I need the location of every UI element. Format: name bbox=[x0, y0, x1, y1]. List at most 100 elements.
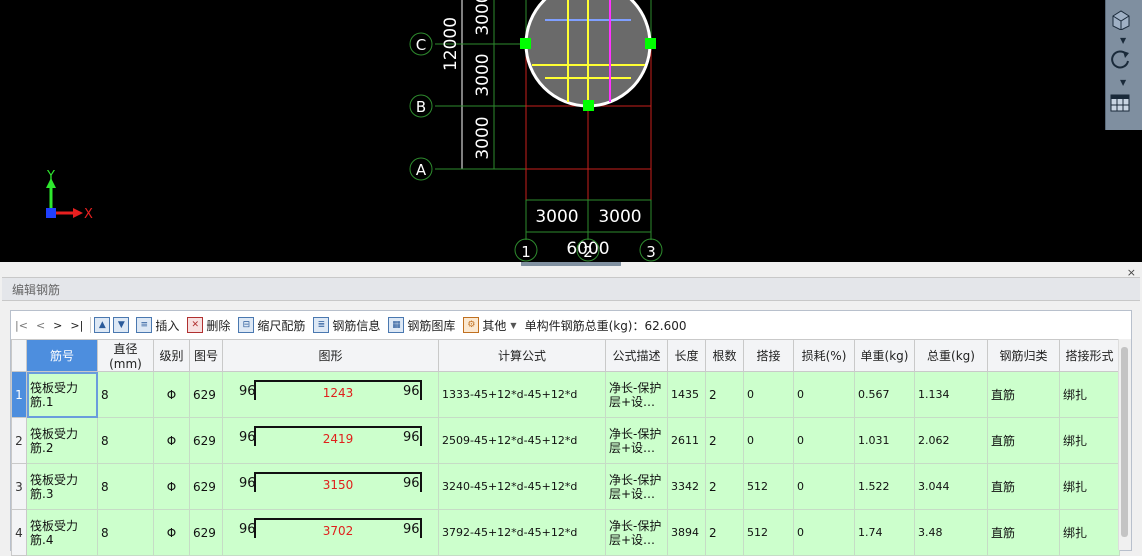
col-header[interactable]: 损耗(%) bbox=[793, 339, 855, 372]
total-weight-cell[interactable]: 3.044 bbox=[914, 463, 988, 510]
row-number[interactable]: 1 bbox=[11, 371, 27, 418]
lap-cell[interactable]: 0 bbox=[743, 371, 794, 418]
insert-button[interactable]: ≡ 插入 bbox=[136, 317, 179, 334]
col-header[interactable]: 总重(kg) bbox=[914, 339, 988, 372]
scrollbar-thumb[interactable] bbox=[1121, 347, 1128, 537]
count-cell[interactable]: 2 bbox=[705, 371, 744, 418]
col-header[interactable]: 直径(mm) bbox=[97, 339, 154, 372]
col-header[interactable]: 根数 bbox=[705, 339, 744, 372]
grid-settings-icon[interactable] bbox=[1109, 92, 1139, 118]
length-cell[interactable]: 1435 bbox=[667, 371, 706, 418]
rebar-class-cell[interactable]: 直筋 bbox=[987, 417, 1060, 464]
rebar-name-cell[interactable]: 筏板受力筋.2 bbox=[26, 417, 98, 464]
chevron-down-icon[interactable]: ▼ bbox=[1120, 36, 1126, 45]
rotate-icon[interactable] bbox=[1109, 48, 1139, 74]
loss-cell[interactable]: 0 bbox=[793, 371, 855, 418]
total-weight-cell[interactable]: 1.134 bbox=[914, 371, 988, 418]
table-row[interactable]: 2 筏板受力筋.2 8 Φ 629 96 2419 96 2509-45+12*d-45+12*… bbox=[11, 417, 1120, 464]
rebar-info-button[interactable]: ≣ 钢筋信息 bbox=[313, 317, 380, 334]
shape-mid-value[interactable]: 1243 bbox=[256, 386, 420, 400]
loss-cell[interactable]: 0 bbox=[793, 463, 855, 510]
other-dropdown[interactable]: ⚙ 其他 ▼ bbox=[463, 317, 517, 334]
lap-cell[interactable]: 512 bbox=[743, 463, 794, 510]
col-header[interactable]: 计算公式 bbox=[438, 339, 606, 372]
col-header[interactable]: 搭接 bbox=[743, 339, 794, 372]
shape-mid-value[interactable]: 2419 bbox=[256, 432, 420, 446]
axis-label-a: A bbox=[416, 161, 427, 179]
figure-no-cell[interactable]: 629 bbox=[189, 417, 223, 464]
lap-type-cell[interactable]: 绑扎 bbox=[1059, 371, 1120, 418]
delete-label: 删除 bbox=[206, 318, 231, 333]
diameter-cell[interactable]: 8 bbox=[97, 371, 154, 418]
shape-outline: 3702 bbox=[254, 518, 422, 538]
diameter-cell[interactable]: 8 bbox=[97, 463, 154, 510]
dim-vertical-segment: 3000 bbox=[473, 53, 493, 96]
row-number[interactable]: 3 bbox=[11, 463, 27, 510]
dim-horizontal-segment: 3000 bbox=[535, 207, 578, 227]
formula-cell[interactable]: 2509-45+12*d-45+12*d bbox=[438, 417, 606, 464]
cad-viewport[interactable]: 12000 3000 3000 3000 3000 3000 6000 C B … bbox=[0, 0, 1142, 262]
col-header[interactable]: 单重(kg) bbox=[854, 339, 915, 372]
rebar-class-cell[interactable]: 直筋 bbox=[987, 371, 1060, 418]
col-header[interactable]: 图形 bbox=[222, 339, 439, 372]
row-number[interactable]: 2 bbox=[11, 417, 27, 464]
loss-cell[interactable]: 0 bbox=[793, 417, 855, 464]
unit-weight-cell[interactable]: 1.031 bbox=[854, 417, 915, 464]
nav-last-button[interactable]: >| bbox=[70, 319, 83, 332]
figure-no-cell[interactable]: 629 bbox=[189, 463, 223, 510]
col-header[interactable]: 长度 bbox=[667, 339, 706, 372]
total-weight-cell[interactable]: 2.062 bbox=[914, 417, 988, 464]
nav-first-button[interactable]: |< bbox=[15, 319, 28, 332]
scale-rebar-button[interactable]: ⊟ 缩尺配筋 bbox=[238, 317, 305, 334]
lap-cell[interactable]: 0 bbox=[743, 417, 794, 464]
figure-no-cell[interactable]: 629 bbox=[189, 371, 223, 418]
cad-drawing[interactable]: 12000 3000 3000 3000 3000 3000 6000 C B … bbox=[0, 0, 1142, 262]
length-cell[interactable]: 3342 bbox=[667, 463, 706, 510]
vertical-scrollbar[interactable] bbox=[1118, 339, 1131, 550]
cube-view-icon[interactable] bbox=[1109, 8, 1139, 34]
rebar-library-button[interactable]: ▦ 钢筋图库 bbox=[388, 317, 455, 334]
formula-desc-cell[interactable]: 净长-保护层+设… bbox=[605, 463, 668, 510]
col-header[interactable]: 级别 bbox=[153, 339, 190, 372]
move-up-icon[interactable]: ▲ bbox=[94, 317, 111, 333]
formula-desc-cell[interactable]: 净长-保护层+设… bbox=[605, 417, 668, 464]
grade-cell[interactable]: Φ bbox=[153, 417, 190, 464]
nav-next-button[interactable]: > bbox=[53, 319, 62, 332]
col-header[interactable]: 图号 bbox=[189, 339, 223, 372]
count-cell[interactable]: 2 bbox=[705, 417, 744, 464]
grip-handle[interactable] bbox=[520, 38, 531, 49]
rebar-name-cell[interactable]: 筏板受力筋.1 bbox=[26, 371, 98, 418]
formula-cell[interactable]: 1333-45+12*d-45+12*d bbox=[438, 371, 606, 418]
lap-type-cell[interactable]: 绑扎 bbox=[1059, 463, 1120, 510]
diameter-cell[interactable]: 8 bbox=[97, 417, 154, 464]
grip-handle[interactable] bbox=[645, 38, 656, 49]
shape-cell[interactable]: 96 2419 96 bbox=[222, 417, 439, 464]
shape-cell[interactable]: 96 3150 96 bbox=[222, 463, 439, 510]
formula-cell[interactable]: 3240-45+12*d-45+12*d bbox=[438, 463, 606, 510]
nav-prev-button[interactable]: < bbox=[36, 319, 45, 332]
col-header[interactable]: 公式描述 bbox=[605, 339, 668, 372]
grip-handle[interactable] bbox=[583, 100, 594, 111]
table-row[interactable]: 1 筏板受力筋.1 8 Φ 629 96 1243 96 1333-45+12*d-45+12*… bbox=[11, 371, 1120, 418]
col-header[interactable]: 钢筋归类 bbox=[987, 339, 1060, 372]
col-header[interactable]: 搭接形式 bbox=[1059, 339, 1120, 372]
col-header[interactable]: 筋号 bbox=[26, 339, 98, 372]
rebar-name-cell[interactable]: 筏板受力筋.3 bbox=[26, 463, 98, 510]
rebar-class-cell[interactable]: 直筋 bbox=[987, 463, 1060, 510]
shape-mid-value[interactable]: 3150 bbox=[256, 478, 420, 492]
shape-mid-value[interactable]: 3702 bbox=[256, 524, 420, 538]
grade-cell[interactable]: Φ bbox=[153, 371, 190, 418]
chevron-down-icon[interactable]: ▼ bbox=[1120, 78, 1126, 87]
formula-desc-cell[interactable]: 净长-保护层+设… bbox=[605, 371, 668, 418]
unit-weight-cell[interactable]: 1.522 bbox=[854, 463, 915, 510]
move-down-icon[interactable]: ▼ bbox=[113, 317, 130, 333]
lap-type-cell[interactable]: 绑扎 bbox=[1059, 417, 1120, 464]
unit-weight-cell[interactable]: 0.567 bbox=[854, 371, 915, 418]
shape-cell[interactable]: 96 1243 96 bbox=[222, 371, 439, 418]
length-cell[interactable]: 2611 bbox=[667, 417, 706, 464]
table-row[interactable]: 3 筏板受力筋.3 8 Φ 629 96 3150 96 3240-45+12*d-45+12*… bbox=[11, 463, 1120, 510]
grade-cell[interactable]: Φ bbox=[153, 463, 190, 510]
count-cell[interactable]: 2 bbox=[705, 463, 744, 510]
delete-button[interactable]: ✕ 删除 bbox=[187, 317, 230, 334]
insert-label: 插入 bbox=[155, 318, 180, 333]
